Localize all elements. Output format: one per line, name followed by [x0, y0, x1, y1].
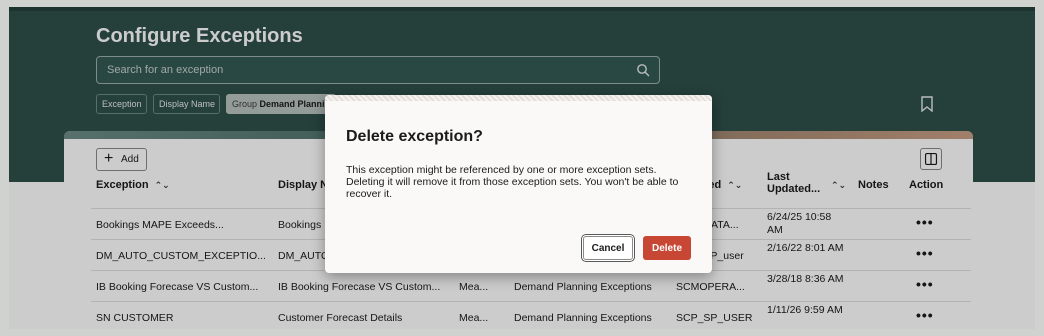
- dialog-message: This exception might be referenced by on…: [346, 164, 679, 200]
- app-frame: Configure Exceptions Search for an excep…: [9, 7, 1035, 329]
- dialog-decoration: [325, 95, 712, 101]
- cancel-button[interactable]: Cancel: [583, 236, 633, 260]
- delete-dialog: Delete exception? This exception might b…: [325, 95, 712, 273]
- delete-button[interactable]: Delete: [643, 236, 691, 260]
- dialog-title: Delete exception?: [346, 128, 483, 145]
